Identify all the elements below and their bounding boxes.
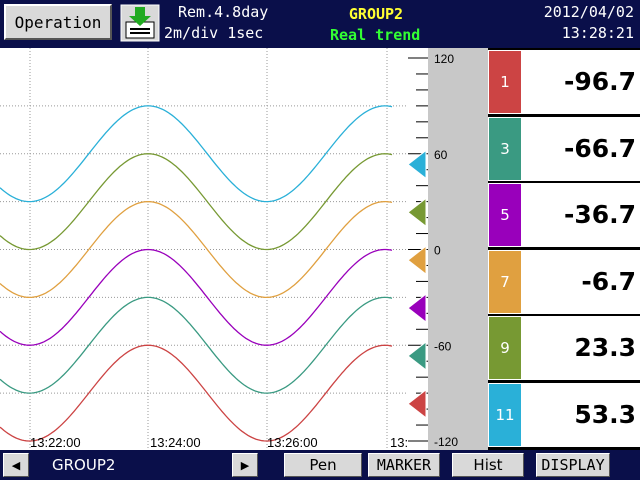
channel-value: -66.7: [563, 133, 636, 163]
group-selector[interactable]: GROUP2: [30, 453, 230, 477]
trend-chart: 120 60 0 -60 -120 13:22:00 13:24:00 13:26:00 13…: [0, 48, 488, 450]
channel-row-3[interactable]: 3 -66.7: [488, 116, 640, 183]
scale-label: -120: [434, 435, 458, 449]
channel-number: 1: [489, 51, 521, 113]
channel-value: -96.7: [563, 67, 636, 96]
group-name: GROUP2: [348, 5, 404, 23]
channel-value: -6.7: [581, 266, 636, 296]
time-label: 13:: [390, 435, 408, 450]
channel-row-1[interactable]: 1 -96.7: [488, 50, 640, 116]
operation-button[interactable]: Operation: [4, 4, 112, 40]
save-download-icon[interactable]: [120, 4, 160, 42]
time-label: 13:24:00: [150, 435, 201, 450]
channel-value: 53.3: [574, 399, 636, 429]
channel-value: -36.7: [563, 200, 636, 229]
prev-group-button[interactable]: ◀: [3, 453, 29, 477]
channel-number: 3: [489, 117, 521, 180]
next-group-button[interactable]: ▶: [232, 453, 258, 477]
channel-row-11[interactable]: 11 53.3: [488, 382, 640, 449]
hist-button[interactable]: Hist: [452, 453, 524, 477]
pen-button[interactable]: Pen: [284, 453, 362, 477]
current-time: 13:28:21: [561, 24, 634, 42]
channel-value: 23.3: [574, 333, 636, 362]
scale-label: -60: [434, 339, 452, 353]
trend-mode: Real trend: [330, 26, 421, 44]
channel-row-7[interactable]: 7 -6.7: [488, 249, 640, 316]
display-button[interactable]: DISPLAY: [536, 453, 610, 477]
marker-button[interactable]: MARKER: [368, 453, 440, 477]
channel-row-9[interactable]: 9 23.3: [488, 316, 640, 382]
scale-label: 120: [434, 52, 454, 66]
time-label: 13:22:00: [30, 435, 81, 450]
channel-row-5[interactable]: 5 -36.7: [488, 183, 640, 249]
channel-number: 5: [489, 184, 521, 246]
scale-label: 60: [434, 148, 448, 162]
remaining-time: Rem.4.8day: [178, 3, 269, 21]
current-date: 2012/04/02: [543, 3, 634, 21]
channel-number: 7: [489, 250, 521, 313]
channel-number: 9: [489, 317, 521, 379]
time-per-division: 2m/div 1sec: [164, 24, 264, 42]
channel-number: 11: [489, 383, 521, 446]
time-label: 13:26:00: [267, 435, 318, 450]
scale-label: 0: [434, 244, 441, 258]
